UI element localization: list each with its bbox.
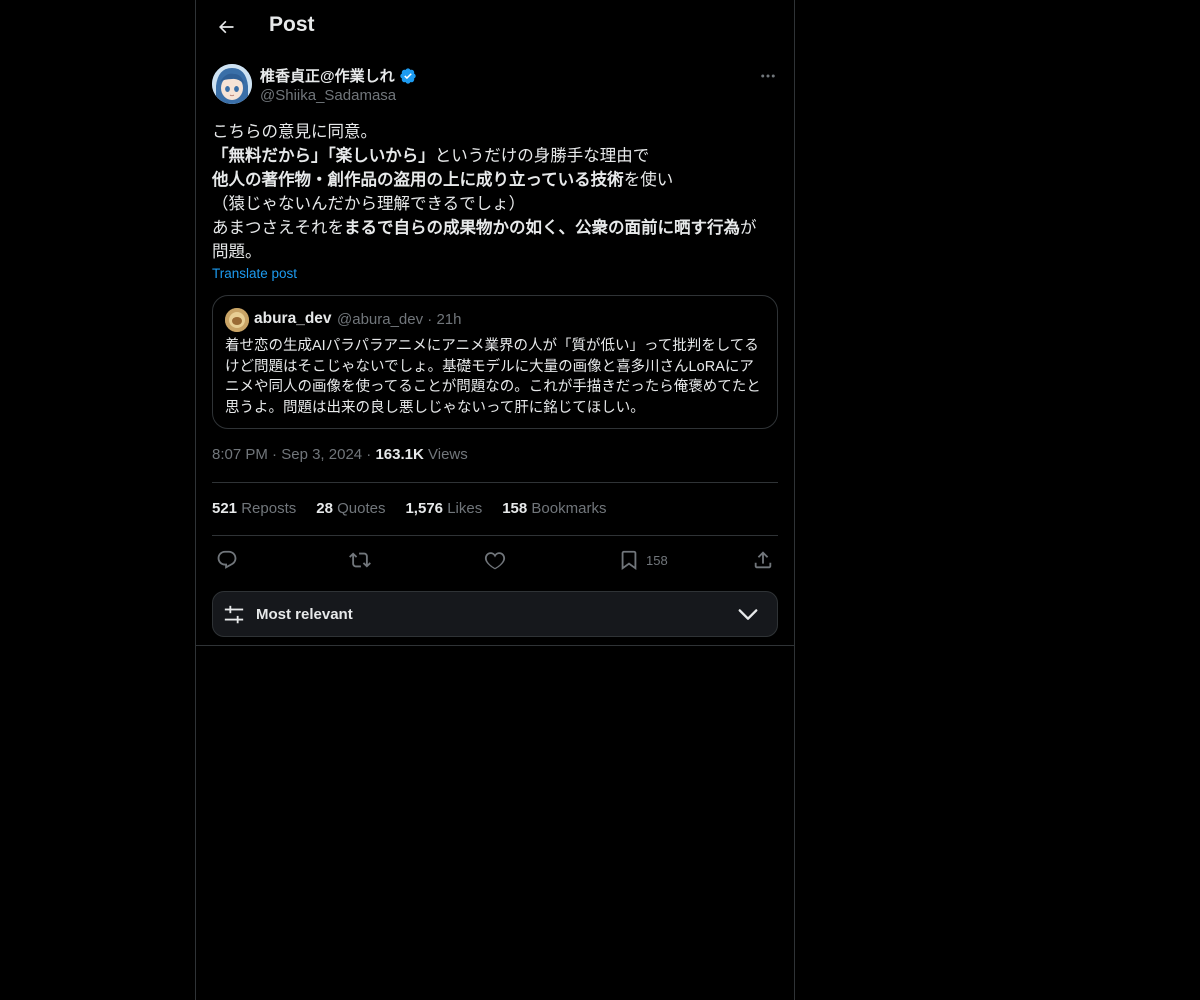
translate-post-link[interactable]: Translate post <box>212 266 297 281</box>
chevron-down-icon <box>738 609 758 620</box>
text-span: が <box>740 219 757 237</box>
quoted-author-avatar <box>225 308 249 332</box>
stat-likes[interactable]: 1,576 Likes <box>405 500 482 517</box>
page-title: Post <box>269 13 315 36</box>
stat-quotes[interactable]: 28 Quotes <box>316 500 385 517</box>
share-icon <box>754 551 772 569</box>
verified-badge-icon <box>399 67 416 84</box>
avatar-image <box>212 64 252 104</box>
views-count: 163.1K <box>375 446 424 463</box>
stat-count: 521 <box>212 500 238 517</box>
bold-span: 他人の著作物・創作品の盗用の上に成り立っている技術 <box>212 171 624 189</box>
reply-button[interactable] <box>216 547 238 573</box>
text-span: というだけの身勝手な理由で <box>434 147 650 165</box>
stat-label: Quotes <box>337 500 386 517</box>
back-arrow-icon <box>219 20 234 34</box>
main-column: Post 椎香貞正@作業しれ @Shiika_Sadamasa こちらの意見に同… <box>195 0 795 1000</box>
heart-icon <box>484 552 506 570</box>
share-button[interactable] <box>752 547 774 573</box>
post-actions: 158 <box>212 547 778 573</box>
stat-label: Reposts <box>241 500 297 517</box>
quoted-handle: @abura_dev <box>337 311 424 328</box>
repost-button[interactable] <box>349 547 371 573</box>
stat-label: Bookmarks <box>531 500 607 517</box>
quoted-text: 着せ恋の生成AIパラパラアニメにアニメ業界の人が「質が低い」って批判をしてるけど… <box>225 338 761 416</box>
post-line: 「無料だから」「楽しいから」というだけの身勝手な理由で <box>212 144 778 168</box>
quoted-age: 21h <box>436 311 462 328</box>
post-text: こちらの意見に同意。 「無料だから」「楽しいから」というだけの身勝手な理由で 他… <box>212 120 778 264</box>
bookmark-count: 158 <box>646 552 668 568</box>
post-line: あまつさえそれをまるで自らの成果物かの如く、公衆の面前に晒す行為が <box>212 216 778 240</box>
reply-icon <box>217 550 237 569</box>
display-name-text: 椎香貞正@作業しれ <box>260 68 395 85</box>
post-line: 問題。 <box>212 243 262 261</box>
stat-count: 158 <box>502 500 528 517</box>
author-display-name[interactable]: 椎香貞正@作業しれ <box>260 65 417 86</box>
more-options-button[interactable] <box>758 66 778 86</box>
views-label: Views <box>428 446 468 463</box>
quoted-meta: @abura_dev · 21h <box>337 311 462 328</box>
more-icon <box>761 74 775 78</box>
post-timestamp: 8:07 PM · Sep 3, 2024 · 163.1K Views <box>212 446 468 463</box>
separator-dot: · <box>366 446 372 463</box>
post-line: （猿じゃないんだから理解できるでしょ） <box>212 195 526 213</box>
quoted-avatar-image <box>225 308 249 332</box>
bookmark-button[interactable]: 158 <box>618 547 668 573</box>
stat-reposts[interactable]: 521 Reposts <box>212 500 296 517</box>
bold-span: 「無料だから」「楽しいから」 <box>212 147 435 165</box>
bookmark-icon <box>621 550 637 571</box>
bold-span: まるで自らの成果物かの如く、公衆の面前に晒す行為 <box>344 219 740 237</box>
text-span: を使い <box>623 171 674 189</box>
author-handle[interactable]: @Shiika_Sadamasa <box>260 87 396 104</box>
divider <box>212 482 778 483</box>
stat-bookmarks[interactable]: 158 Bookmarks <box>502 500 606 517</box>
stat-count: 28 <box>316 500 333 517</box>
post-date[interactable]: Sep 3, 2024 <box>281 446 362 463</box>
sliders-icon <box>224 605 244 624</box>
post-line: こちらの意見に同意。 <box>212 123 377 141</box>
quoted-post[interactable]: abura_dev @abura_dev · 21h 着せ恋の生成AIパラパラア… <box>212 295 778 429</box>
sort-label: Most relevant <box>256 606 353 623</box>
post-line: 他人の著作物・創作品の盗用の上に成り立っている技術を使い <box>212 168 778 192</box>
author-row: 椎香貞正@作業しれ @Shiika_Sadamasa <box>212 64 778 108</box>
text-span: あまつさえそれを <box>212 219 344 237</box>
like-button[interactable] <box>484 547 506 573</box>
post-time[interactable]: 8:07 PM <box>212 446 268 463</box>
header: Post <box>196 0 794 54</box>
post-stats: 521 Reposts 28 Quotes 1,576 Likes 158 Bo… <box>212 500 606 517</box>
divider <box>212 535 778 536</box>
sort-replies-dropdown[interactable]: Most relevant <box>212 591 778 637</box>
quoted-display-name: abura_dev <box>254 310 332 327</box>
separator-dot: · <box>427 311 433 328</box>
stat-label: Likes <box>447 500 483 517</box>
back-button[interactable] <box>210 11 242 43</box>
repost-icon <box>349 552 371 568</box>
stat-count: 1,576 <box>405 500 444 517</box>
author-avatar[interactable] <box>212 64 252 104</box>
separator-dot: · <box>272 446 278 463</box>
column-bottom-border <box>196 645 794 646</box>
post: 椎香貞正@作業しれ @Shiika_Sadamasa こちらの意見に同意。 「無… <box>212 64 778 637</box>
